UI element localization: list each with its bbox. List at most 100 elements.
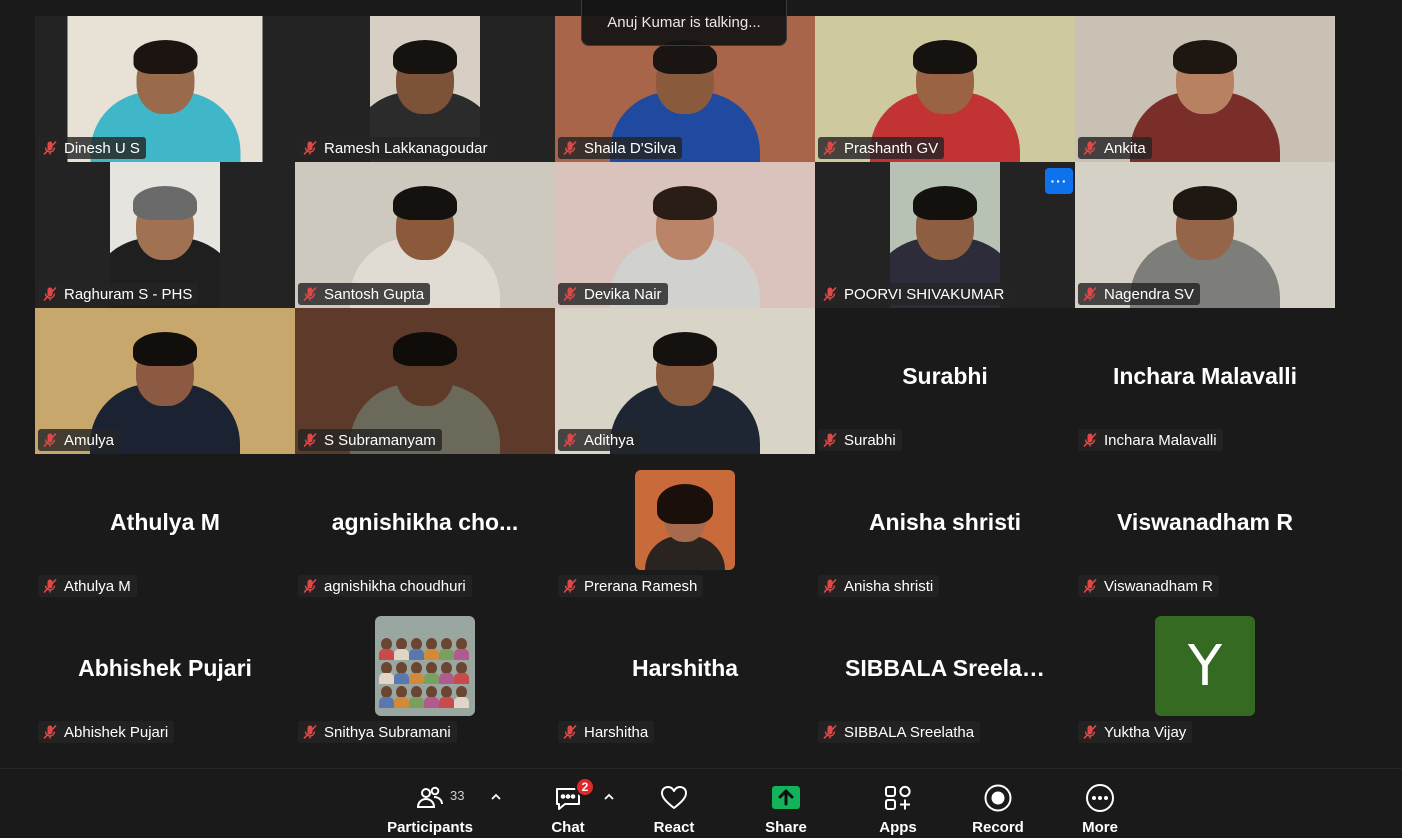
profile-picture [635,470,735,570]
participant-tile[interactable]: agnishikha cho... agnishikha choudhuri [295,454,555,600]
participant-tile[interactable]: Ramesh Lakkanagoudar [295,16,555,162]
participant-name-tag: agnishikha choudhuri [298,575,472,597]
share-button[interactable]: Share [741,769,831,838]
participant-name: S Subramanyam [324,431,436,449]
participant-tile[interactable]: Snithya Subramani [295,600,555,746]
participant-name-tag: Prerana Ramesh [558,575,704,597]
participant-name: Prerana Ramesh [584,577,698,595]
participant-name: Santosh Gupta [324,285,425,303]
participant-name-tag: Raghuram S - PHS [38,283,199,305]
participant-tile[interactable]: Surabhi Surabhi [815,308,1075,454]
participant-name: Amulya [64,431,115,449]
avatar: Y [1155,616,1255,716]
participant-name-tag: Harshitha [558,721,655,743]
participant-name: Snithya Subramani [324,723,451,741]
participant-tile[interactable]: ··· POORVI SHIVAKUMAR [815,162,1075,308]
participant-tile[interactable]: Prerana Ramesh [555,454,815,600]
mic-muted-icon [822,578,838,594]
participant-tile[interactable]: Devika Nair [555,162,815,308]
mic-muted-icon [302,578,318,594]
participant-tile[interactable]: Amulya [35,308,295,454]
mic-muted-icon [302,432,318,448]
participant-tile[interactable]: S Subramanyam [295,308,555,454]
participant-tile[interactable]: Santosh Gupta [295,162,555,308]
participant-name: Adithya [584,431,635,449]
mic-muted-icon [42,432,58,448]
participant-tile[interactable]: Inchara Malavalli Inchara Malavalli [1075,308,1335,454]
participant-display-name: Surabhi [902,363,988,389]
participant-name: Surabhi [844,431,896,449]
react-label: React [653,819,695,836]
participant-tile[interactable]: Dinesh U S [35,16,295,162]
video-gallery: Dinesh U S Ramesh Lakkanagoudar Shaila D'S… [35,16,1335,746]
participant-tile[interactable]: Prashanth GV [815,16,1075,162]
participant-name-tag: Devika Nair [558,283,668,305]
participant-display-name: Inchara Malavalli [1112,363,1298,389]
participant-name-tag: Inchara Malavalli [1078,429,1223,451]
chat-label: Chat [551,819,585,836]
mic-muted-icon [562,140,578,156]
participant-tile[interactable]: Ankita [1075,16,1335,162]
mic-muted-icon [562,286,578,302]
mic-muted-icon [1082,286,1098,302]
mic-muted-icon [302,140,318,156]
chat-options-caret[interactable] [599,787,619,807]
participant-tile[interactable]: SIBBALA Sreelat... SIBBALA Sreelatha [815,600,1075,746]
participant-name: Prashanth GV [844,139,939,157]
participant-tile[interactable]: Raghuram S - PHS [35,162,295,308]
talking-text: Anuj Kumar is talking... [607,14,761,31]
profile-picture [375,616,475,716]
participant-display-name: Abhishek Pujari [78,655,252,681]
more-icon [1085,783,1115,813]
participants-button[interactable]: 33 Participants [385,769,475,838]
mic-muted-icon [822,140,838,156]
participant-tile[interactable]: Viswanadham R Viswanadham R [1075,454,1335,600]
participant-name-tag: Prashanth GV [818,137,945,159]
tile-more-options-button[interactable]: ··· [1045,168,1073,194]
mic-muted-icon [822,724,838,740]
participant-name-tag: Nagendra SV [1078,283,1201,305]
mic-muted-icon [822,286,838,302]
active-speaker-indicator: Anuj Kumar is talking... [581,0,787,46]
participant-name: Anisha shristi [844,577,934,595]
participant-tile[interactable]: Anisha shristi Anisha shristi [815,454,1075,600]
apps-label: Apps [879,819,917,836]
participant-display-name: Anisha shristi [868,509,1022,535]
participant-tile[interactable]: Abhishek Pujari Abhishek Pujari [35,600,295,746]
chevron-up-icon [491,793,501,800]
more-button[interactable]: More [1055,769,1145,838]
participant-name-tag: Athulya M [38,575,137,597]
record-icon [983,783,1013,813]
participant-name: Athulya M [64,577,131,595]
mic-muted-icon [42,286,58,302]
participant-display-name: Viswanadham R [1117,509,1293,535]
participant-name-tag: Ramesh Lakkanagoudar [298,137,494,159]
record-button[interactable]: Record [953,769,1043,838]
participant-tile[interactable]: Nagendra SV [1075,162,1335,308]
mic-muted-icon [42,140,58,156]
participant-name-tag: Adithya [558,429,641,451]
apps-icon [883,783,913,813]
participant-display-name: Harshitha [631,655,739,681]
participant-name-tag: Anisha shristi [818,575,940,597]
participant-name-tag: Amulya [38,429,121,451]
more-label: More [1082,819,1118,836]
mic-muted-icon [302,286,318,302]
participants-options-caret[interactable] [486,787,506,807]
participant-tile[interactable]: Adithya [555,308,815,454]
participant-name-tag: Ankita [1078,137,1152,159]
participant-name: Nagendra SV [1104,285,1195,303]
apps-button[interactable]: Apps [853,769,943,838]
participant-display-name: Athulya M [110,509,220,535]
mic-muted-icon [822,432,838,448]
mic-muted-icon [1082,432,1098,448]
meeting-toolbar: 33 Participants 2 Chat React Share Apps … [0,768,1402,838]
participant-name: Ankita [1104,139,1146,157]
participants-count: 33 [450,788,465,803]
participant-name: Yuktha Vijay [1104,723,1187,741]
react-button[interactable]: React [629,769,719,838]
participant-tile[interactable]: Athulya M Athulya M [35,454,295,600]
participant-tile[interactable]: Y Yuktha Vijay [1075,600,1335,746]
participant-tile[interactable]: Harshitha Harshitha [555,600,815,746]
participant-name: POORVI SHIVAKUMAR [844,285,1005,303]
